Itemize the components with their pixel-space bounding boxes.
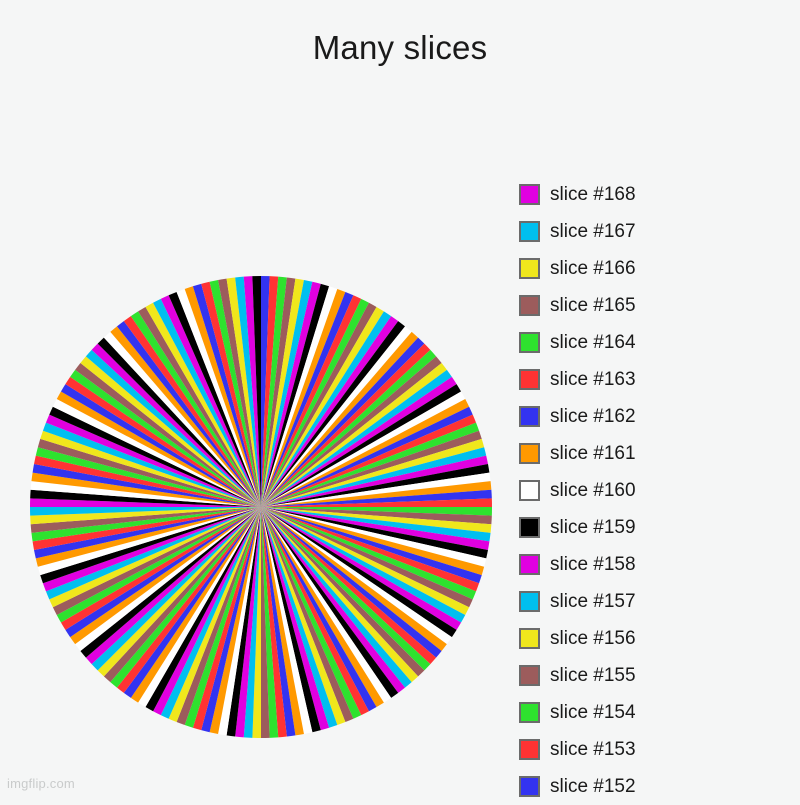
legend-label: slice #160: [550, 480, 636, 501]
legend-swatch-magenta: [519, 554, 540, 575]
legend-label: slice #152: [550, 776, 636, 797]
legend-label: slice #155: [550, 665, 636, 686]
legend-item[interactable]: slice #153: [519, 731, 789, 768]
legend-swatch-blue: [519, 776, 540, 797]
legend-item[interactable]: slice #164: [519, 324, 789, 361]
legend-item[interactable]: slice #163: [519, 361, 789, 398]
legend-swatch-white: [519, 480, 540, 501]
legend-label: slice #159: [550, 517, 636, 538]
legend-item[interactable]: slice #167: [519, 213, 789, 250]
legend-swatch-brown: [519, 295, 540, 316]
legend-item[interactable]: slice #157: [519, 583, 789, 620]
legend-label: slice #161: [550, 443, 636, 464]
legend-swatch-green: [519, 702, 540, 723]
legend-swatch-blue: [519, 406, 540, 427]
legend-swatch-green: [519, 332, 540, 353]
legend-label: slice #158: [550, 554, 636, 575]
legend-item[interactable]: slice #162: [519, 398, 789, 435]
legend-item[interactable]: slice #154: [519, 694, 789, 731]
imgflip-watermark: imgflip.com: [7, 776, 75, 791]
legend-swatch-red: [519, 369, 540, 390]
pie-slices-group: [30, 276, 492, 738]
legend-item[interactable]: slice #152: [519, 768, 789, 805]
legend-label: slice #166: [550, 258, 636, 279]
legend-label: slice #165: [550, 295, 636, 316]
legend-label: slice #168: [550, 184, 636, 205]
chart-title: Many slices: [312, 29, 488, 66]
chart-legend: slice #168 slice #167 slice #166 slice #165…: [519, 176, 789, 805]
legend-label: slice #167: [550, 221, 636, 242]
legend-item[interactable]: slice #166: [519, 250, 789, 287]
legend-swatch-yellow: [519, 258, 540, 279]
legend-item[interactable]: slice #161: [519, 435, 789, 472]
legend-swatch-red: [519, 739, 540, 760]
legend-swatch-cyan: [519, 221, 540, 242]
legend-item[interactable]: slice #155: [519, 657, 789, 694]
legend-swatch-brown: [519, 665, 540, 686]
legend-item[interactable]: slice #165: [519, 287, 789, 324]
legend-swatch-magenta: [519, 184, 540, 205]
legend-label: slice #163: [550, 369, 636, 390]
legend-item[interactable]: slice #158: [519, 546, 789, 583]
legend-item[interactable]: slice #168: [519, 176, 789, 213]
legend-swatch-cyan: [519, 591, 540, 612]
legend-label: slice #156: [550, 628, 636, 649]
legend-item[interactable]: slice #159: [519, 509, 789, 546]
chart-canvas: Many slices slice #168 slice #167 slice #1…: [0, 0, 800, 800]
legend-label: slice #154: [550, 702, 636, 723]
legend-label: slice #162: [550, 406, 636, 427]
legend-swatch-black: [519, 517, 540, 538]
legend-swatch-yellow: [519, 628, 540, 649]
legend-label: slice #157: [550, 591, 636, 612]
legend-item[interactable]: slice #160: [519, 472, 789, 509]
legend-label: slice #164: [550, 332, 636, 353]
legend-label: slice #153: [550, 739, 636, 760]
pie-chart[interactable]: [30, 276, 492, 738]
legend-swatch-orange: [519, 443, 540, 464]
legend-item[interactable]: slice #156: [519, 620, 789, 657]
